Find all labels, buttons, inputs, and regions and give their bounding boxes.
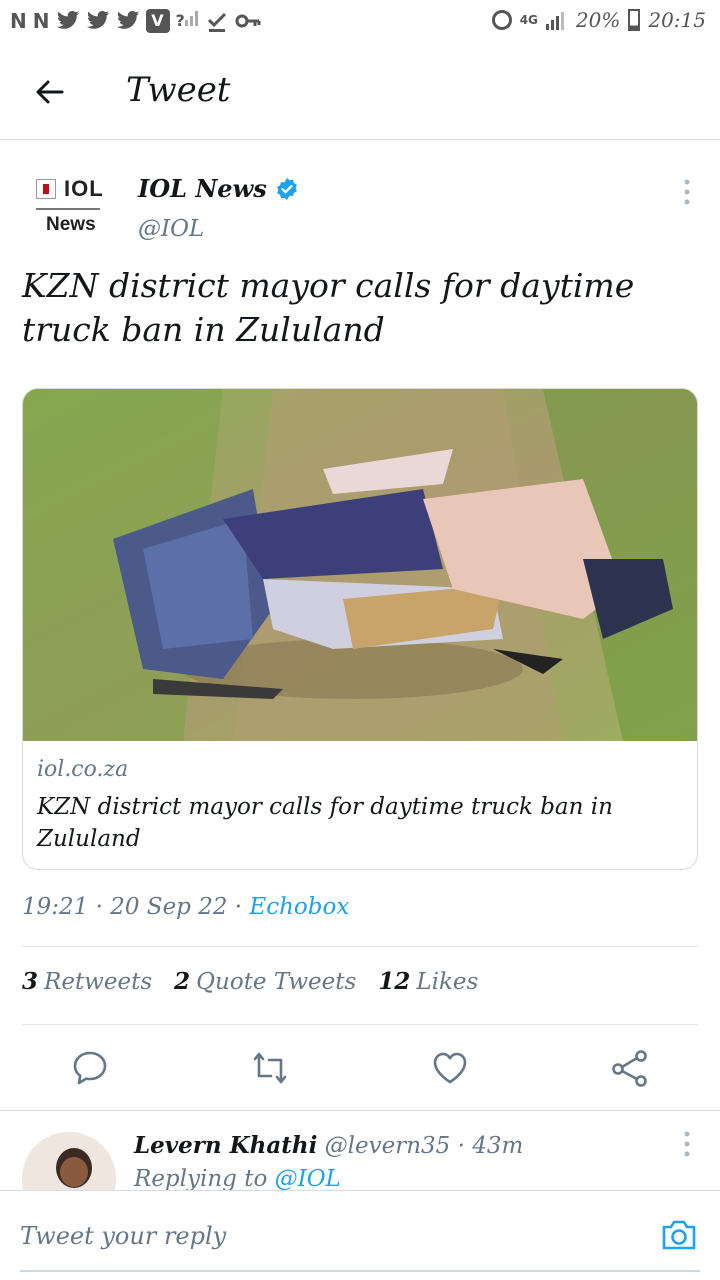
tweet-date: 20 Sep 22: [110, 894, 228, 920]
reply-icon[interactable]: [70, 1048, 110, 1088]
link-preview-card[interactable]: iol.co.za KZN district mayor calls for d…: [22, 388, 698, 870]
likes-count: 12: [378, 968, 411, 995]
section-divider: [0, 1110, 720, 1111]
reply-input[interactable]: [20, 1211, 620, 1261]
reply-author-handle[interactable]: @levern35: [325, 1133, 451, 1159]
reply-more-options-icon[interactable]: [680, 1130, 694, 1158]
quotes-count: 2: [174, 968, 191, 995]
v-app-icon: V: [145, 9, 170, 33]
card-domain: iol.co.za: [37, 757, 129, 782]
page-title: Tweet: [126, 70, 231, 110]
article-photo: [23, 389, 697, 741]
like-heart-icon[interactable]: [430, 1048, 470, 1088]
signal-unknown-text: ?: [175, 11, 185, 30]
reply-age: 43m: [472, 1133, 524, 1159]
retweets-count: 3: [22, 968, 39, 995]
divider: [22, 946, 698, 947]
iol-logo: IOL: [28, 168, 108, 202]
twitter-bird-icon: [56, 11, 79, 29]
clock: 20:15: [648, 8, 706, 32]
iol-logo-text: IOL: [64, 176, 104, 201]
signal-unknown-icon: ?: [176, 8, 199, 34]
status-bar: N N V ? 4G 20% 20:15: [0, 0, 720, 44]
system-status: 4G 20% 20:15: [491, 8, 706, 32]
back-arrow-icon[interactable]: [32, 74, 68, 110]
signal-bars-icon: [184, 11, 198, 26]
retweet-icon[interactable]: [250, 1048, 290, 1088]
notification-icons: N N V ?: [10, 8, 261, 34]
meta-separator: ·: [234, 894, 243, 920]
twitter-bird-icon: [86, 11, 109, 29]
author-handle[interactable]: @IOL: [138, 216, 204, 242]
replying-to-label: Replying to: [134, 1166, 268, 1192]
iol-logo-mark-icon: [36, 179, 56, 199]
network-type: 4G: [519, 13, 538, 27]
iol-logo-divider: [36, 208, 100, 210]
battery-percent: 20%: [575, 8, 621, 32]
quote-tweets-stat[interactable]: 2 Quote Tweets: [174, 968, 356, 995]
camera-icon[interactable]: [660, 1217, 698, 1253]
likes-stat[interactable]: 12 Likes: [378, 968, 478, 995]
tweet-more-options-icon[interactable]: [680, 178, 694, 206]
meta-separator: ·: [95, 894, 103, 920]
battery-icon: [628, 9, 641, 31]
retweets-label: Retweets: [44, 969, 153, 995]
replying-to-mention[interactable]: @IOL: [275, 1166, 341, 1192]
tweet-time: 19:21: [22, 894, 89, 920]
share-icon[interactable]: [610, 1048, 650, 1088]
input-underline: [20, 1270, 700, 1272]
download-done-icon: [207, 12, 226, 32]
notification-n-icon: N: [32, 9, 50, 33]
reply-separator: ·: [457, 1133, 465, 1159]
tweet-meta: 19:21 · 20 Sep 22 · Echobox: [22, 894, 349, 920]
twitter-bird-icon: [116, 11, 139, 29]
divider: [22, 1024, 698, 1025]
retweets-stat[interactable]: 3 Retweets: [22, 968, 152, 995]
iol-logo-subtext: News: [46, 214, 96, 235]
vpn-key-icon: [235, 14, 261, 28]
reply-composer: [0, 1190, 720, 1280]
reply-author-name[interactable]: Levern Khathi: [134, 1132, 317, 1159]
author-avatar[interactable]: IOL News: [28, 168, 108, 248]
replying-to: Replying to @IOL: [134, 1166, 341, 1192]
verified-badge-icon: [276, 177, 297, 200]
tweet-text: KZN district mayor calls for daytime tru…: [22, 266, 635, 349]
alarm-icon: [491, 10, 512, 30]
cell-signal-icon: [545, 12, 564, 30]
quotes-label: Quote Tweets: [196, 969, 357, 995]
reply-header: Levern Khathi @levern35 · 43m: [134, 1132, 523, 1159]
likes-label: Likes: [416, 969, 479, 995]
author-name-row[interactable]: IOL News: [138, 174, 299, 203]
engagement-stats: 3 Retweets 2 Quote Tweets 12 Likes: [22, 968, 478, 995]
author-name[interactable]: IOL News: [138, 174, 267, 203]
card-title: KZN district mayor calls for daytime tru…: [37, 794, 613, 852]
notification-n-icon: N: [10, 9, 27, 33]
tweet-source-link[interactable]: Echobox: [249, 894, 349, 920]
app-header: Tweet: [0, 44, 720, 140]
